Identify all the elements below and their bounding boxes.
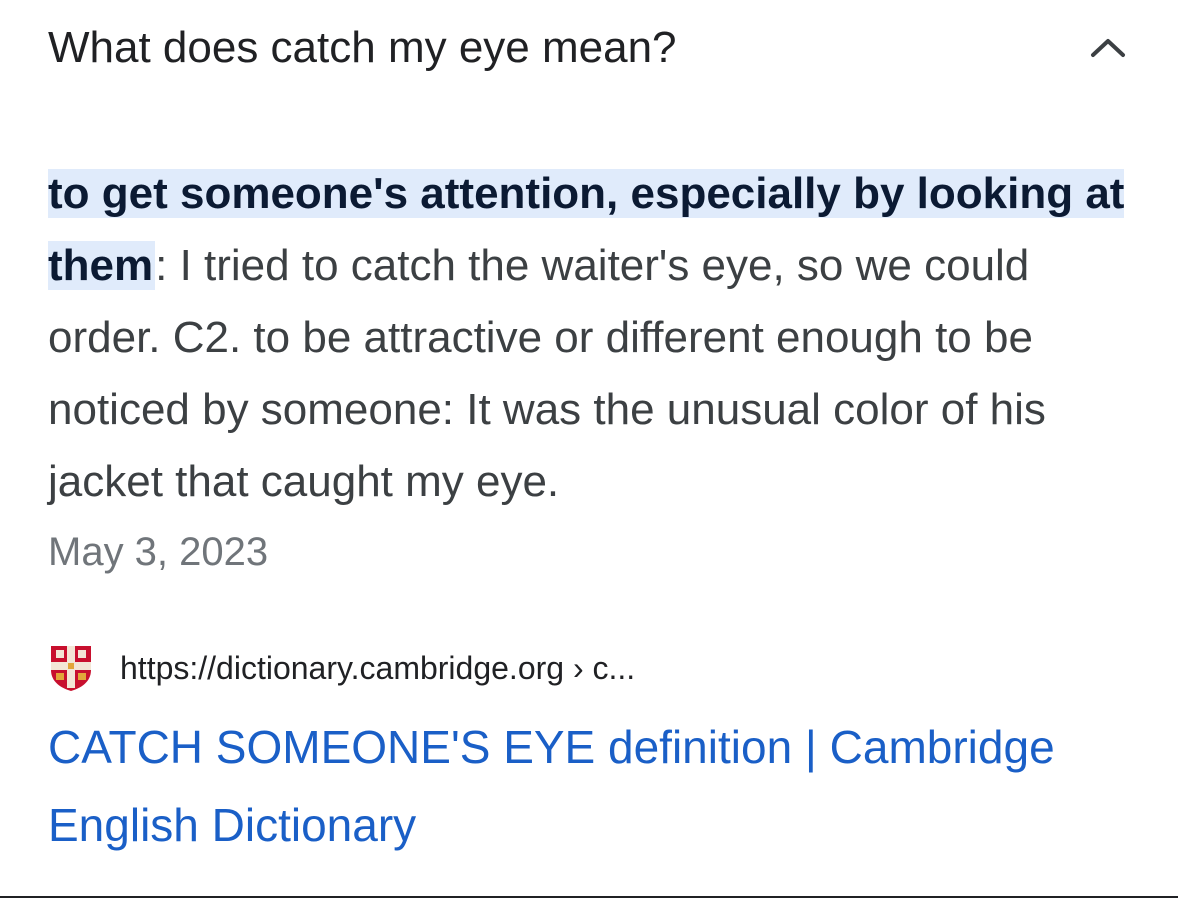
faq-question-text: What does catch my eye mean?: [48, 23, 677, 72]
chevron-up-icon[interactable]: [1088, 28, 1128, 68]
source-citation[interactable]: https://dictionary.cambridge.org › c...: [48, 644, 635, 692]
answer-body: : I tried to catch the waiter's eye, so …: [48, 241, 1046, 506]
faq-answer: to get someone's attention, especially b…: [48, 158, 1132, 518]
faq-question-toggle[interactable]: What does catch my eye mean?: [48, 18, 1130, 78]
cambridge-shield-icon: [48, 644, 94, 692]
answer-date: May 3, 2023: [48, 530, 269, 574]
source-url[interactable]: https://dictionary.cambridge.org › c...: [120, 650, 635, 687]
result-title-link[interactable]: CATCH SOMEONE'S EYE definition | Cambrid…: [48, 708, 1138, 864]
